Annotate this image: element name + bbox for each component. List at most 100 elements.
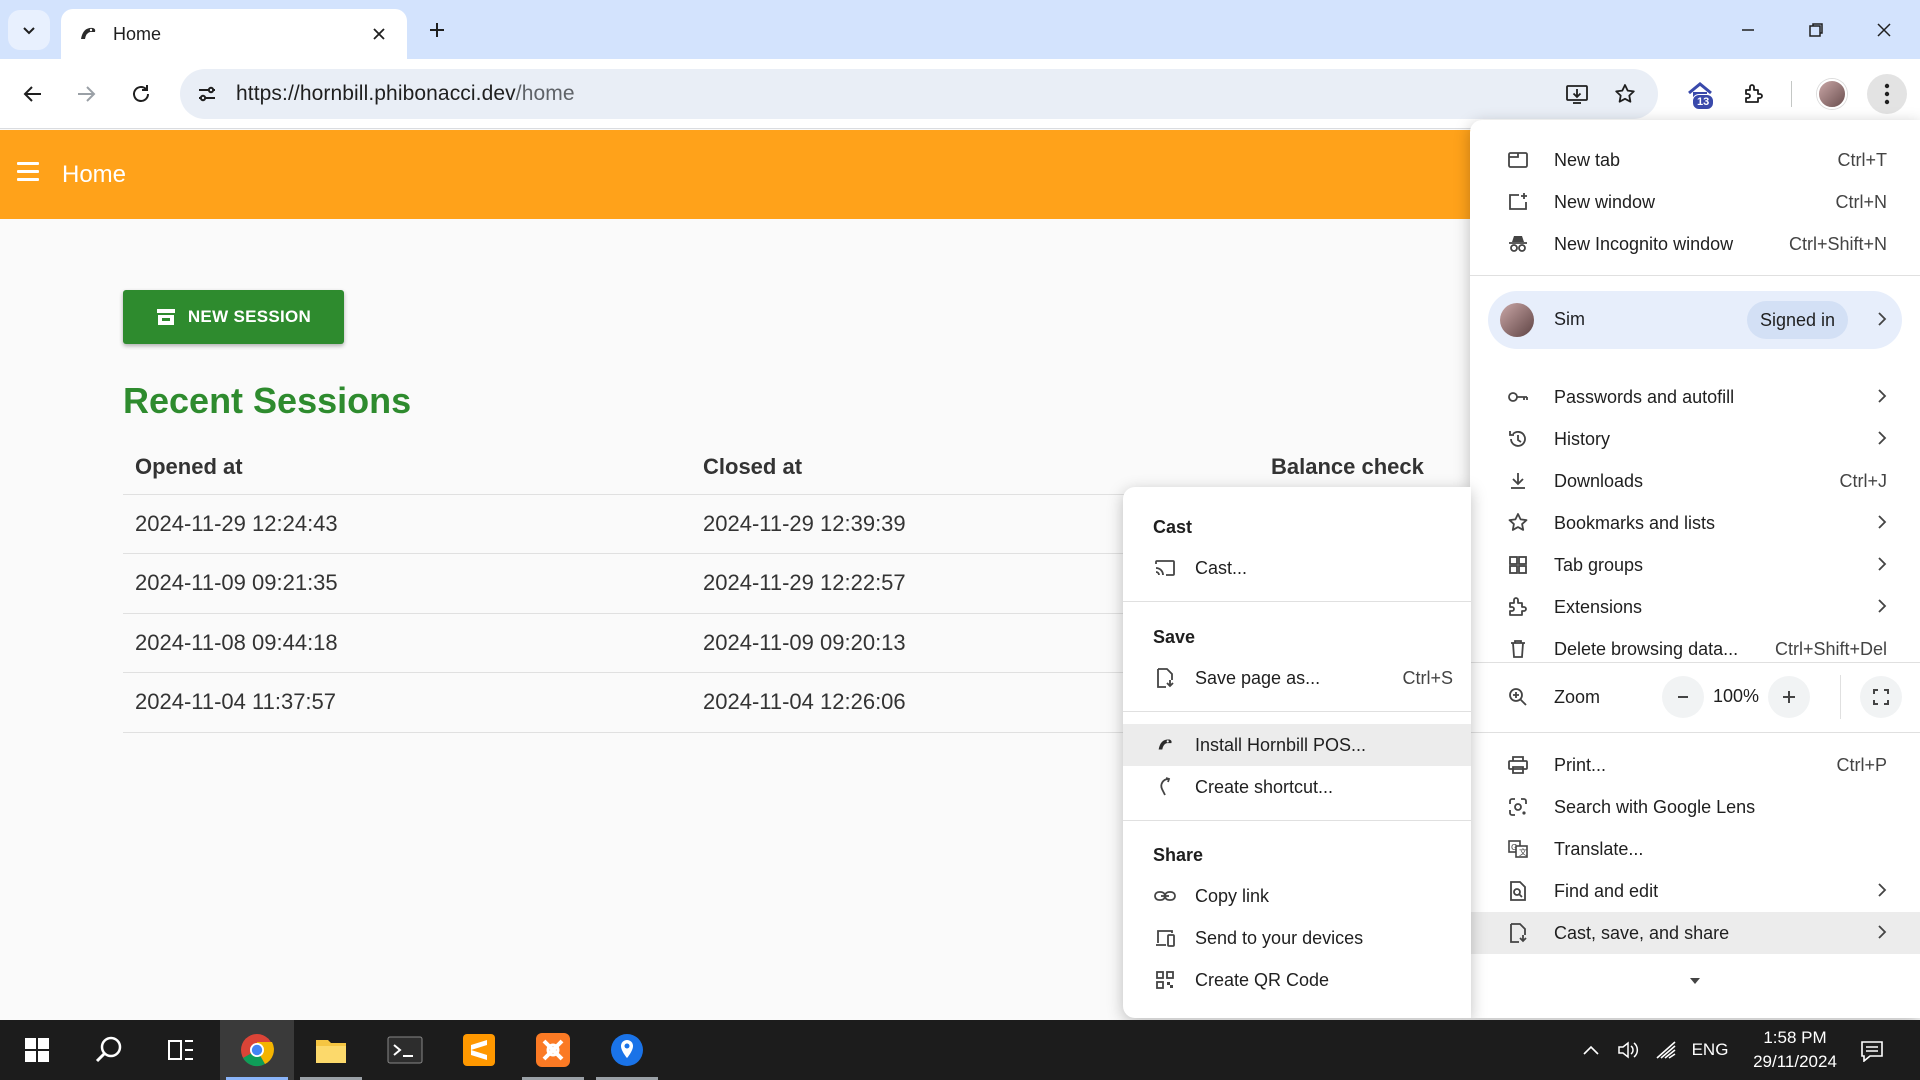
volume-button[interactable]	[1614, 1038, 1642, 1062]
task-view-button[interactable]	[144, 1020, 218, 1080]
menu-label: Bookmarks and lists	[1554, 512, 1716, 533]
menu-label: Zoom	[1554, 686, 1601, 707]
taskbar-file-explorer[interactable]	[294, 1020, 368, 1080]
avatar	[1500, 303, 1534, 337]
submenu-item-cast[interactable]: Cast...	[1123, 547, 1471, 589]
reload-icon	[133, 85, 149, 102]
taskbar-xampp[interactable]	[516, 1020, 590, 1080]
submenu-item-send-devices[interactable]: Send to your devices	[1123, 917, 1471, 959]
menu-label: Print...	[1554, 754, 1607, 775]
extension-badge: 13	[1692, 94, 1715, 110]
menu-label: History	[1554, 428, 1611, 449]
extension-button[interactable]: 13	[1680, 74, 1720, 114]
menu-item-print[interactable]: Print... Ctrl+P	[1470, 744, 1920, 786]
zoom-in-button[interactable]	[1768, 676, 1810, 718]
reload-button[interactable]	[121, 74, 161, 114]
back-button[interactable]	[13, 74, 53, 114]
taskbar-maps[interactable]	[590, 1020, 664, 1080]
submenu-item-create-shortcut[interactable]: Create shortcut...	[1123, 766, 1471, 808]
menu-item-google-lens[interactable]: Search with Google Lens	[1470, 786, 1920, 828]
shortcut-icon	[1153, 775, 1177, 799]
menu-shortcut: Ctrl+T	[1837, 149, 1888, 170]
restore-button[interactable]	[1782, 0, 1850, 59]
more-items-caret-icon[interactable]	[1684, 972, 1706, 988]
notifications-button[interactable]	[1856, 1038, 1888, 1064]
submenu-item-install-app[interactable]: Install Hornbill POS...	[1123, 724, 1471, 766]
chevron-right-icon	[1878, 599, 1887, 613]
taskbar-clock[interactable]: 1:58 PM 29/11/2024	[1745, 1026, 1845, 1074]
download-icon	[1506, 469, 1530, 493]
submenu-label: Create QR Code	[1195, 970, 1330, 990]
chrome-menu-button[interactable]	[1867, 74, 1907, 114]
menu-item-tab-groups[interactable]: Tab groups	[1470, 544, 1920, 586]
input-language[interactable]: ENG	[1686, 1038, 1734, 1062]
menu-item-translate[interactable]: G文 Translate...	[1470, 828, 1920, 870]
start-button[interactable]	[0, 1020, 74, 1080]
close-window-button[interactable]	[1850, 0, 1918, 59]
submenu-item-copy-link[interactable]: Copy link	[1123, 875, 1471, 917]
column-header-balance: Balance check	[1259, 440, 1453, 495]
chevron-right-icon	[1878, 515, 1887, 529]
menu-item-new-window[interactable]: New window Ctrl+N	[1470, 181, 1920, 223]
plus-icon	[1783, 691, 1795, 703]
hamburger-menu-icon[interactable]	[17, 162, 39, 186]
new-tab-button[interactable]	[419, 12, 455, 48]
forward-button[interactable]	[66, 74, 106, 114]
bookmark-button[interactable]	[1608, 77, 1642, 111]
menu-item-bookmarks[interactable]: Bookmarks and lists	[1470, 502, 1920, 544]
menu-item-history[interactable]: History	[1470, 418, 1920, 460]
menu-item-cast-save-share[interactable]: Cast, save, and share	[1470, 912, 1920, 954]
cell-opened: 2024-11-29 12:24:43	[123, 494, 691, 554]
tab-search-button[interactable]	[8, 10, 50, 50]
address-bar[interactable]: https://hornbill.phibonacci.dev/home	[180, 69, 1658, 119]
fullscreen-icon	[1873, 689, 1889, 705]
zoom-out-button[interactable]	[1662, 676, 1704, 718]
new-session-label: NEW SESSION	[187, 307, 312, 326]
network-button[interactable]	[1652, 1038, 1680, 1062]
tab-groups-icon	[1506, 553, 1530, 577]
sublime-text-icon	[463, 1034, 495, 1066]
minimize-button[interactable]	[1714, 0, 1782, 59]
menu-item-downloads[interactable]: Downloads Ctrl+J	[1470, 460, 1920, 502]
submenu-item-save-page[interactable]: Save page as... Ctrl+S	[1123, 657, 1471, 699]
menu-item-passwords[interactable]: Passwords and autofill	[1470, 376, 1920, 418]
column-header-closed: Closed at	[691, 440, 1259, 495]
browser-tab[interactable]: Home	[61, 9, 407, 59]
install-icon	[1566, 85, 1588, 104]
cell-opened: 2024-11-08 09:44:18	[123, 613, 691, 673]
menu-label: Find and edit	[1554, 880, 1659, 901]
profile-button[interactable]	[1812, 74, 1852, 114]
search-button[interactable]	[72, 1020, 146, 1080]
show-hidden-icons[interactable]	[1578, 1038, 1604, 1062]
fullscreen-button[interactable]	[1860, 676, 1902, 718]
extensions-menu-button[interactable]	[1734, 74, 1774, 114]
volume-icon	[1618, 1041, 1639, 1059]
taskbar-sublime-text[interactable]	[442, 1020, 516, 1080]
menu-item-find-edit[interactable]: Find and edit	[1470, 870, 1920, 912]
submenu-label: Create shortcut...	[1195, 777, 1334, 797]
more-vert-icon	[1884, 83, 1890, 105]
puzzle-icon	[1506, 595, 1530, 619]
chevron-right-icon	[1878, 925, 1887, 939]
site-info-button[interactable]	[188, 75, 226, 113]
menu-label: Translate...	[1554, 838, 1644, 859]
devices-icon	[1153, 926, 1177, 950]
menu-item-new-tab[interactable]: New tab Ctrl+T	[1470, 139, 1920, 181]
svg-text:G: G	[1511, 843, 1517, 852]
windows-logo-icon	[25, 1038, 49, 1062]
history-icon	[1506, 427, 1530, 451]
taskbar-chrome[interactable]	[220, 1020, 294, 1080]
submenu-item-qr-code[interactable]: Create QR Code	[1123, 959, 1471, 1001]
menu-item-incognito[interactable]: New Incognito window Ctrl+Shift+N	[1470, 223, 1920, 265]
submenu-heading-share: Share	[1153, 845, 1204, 865]
menu-item-delete-data[interactable]: Delete browsing data... Ctrl+Shift+Del	[1470, 628, 1920, 670]
new-session-button[interactable]: NEW SESSION	[123, 290, 344, 344]
menu-item-extensions[interactable]: Extensions	[1470, 586, 1920, 628]
menu-item-profile[interactable]: Sim Signed in	[1488, 291, 1902, 349]
clock-time: 1:58 PM	[1763, 1028, 1827, 1047]
tab-close-button[interactable]	[365, 20, 393, 48]
windows-taskbar: ENG 1:58 PM 29/11/2024	[0, 1020, 1920, 1080]
menu-label: Extensions	[1554, 596, 1643, 617]
taskbar-terminal[interactable]	[368, 1020, 442, 1080]
install-app-button[interactable]	[1560, 77, 1594, 111]
